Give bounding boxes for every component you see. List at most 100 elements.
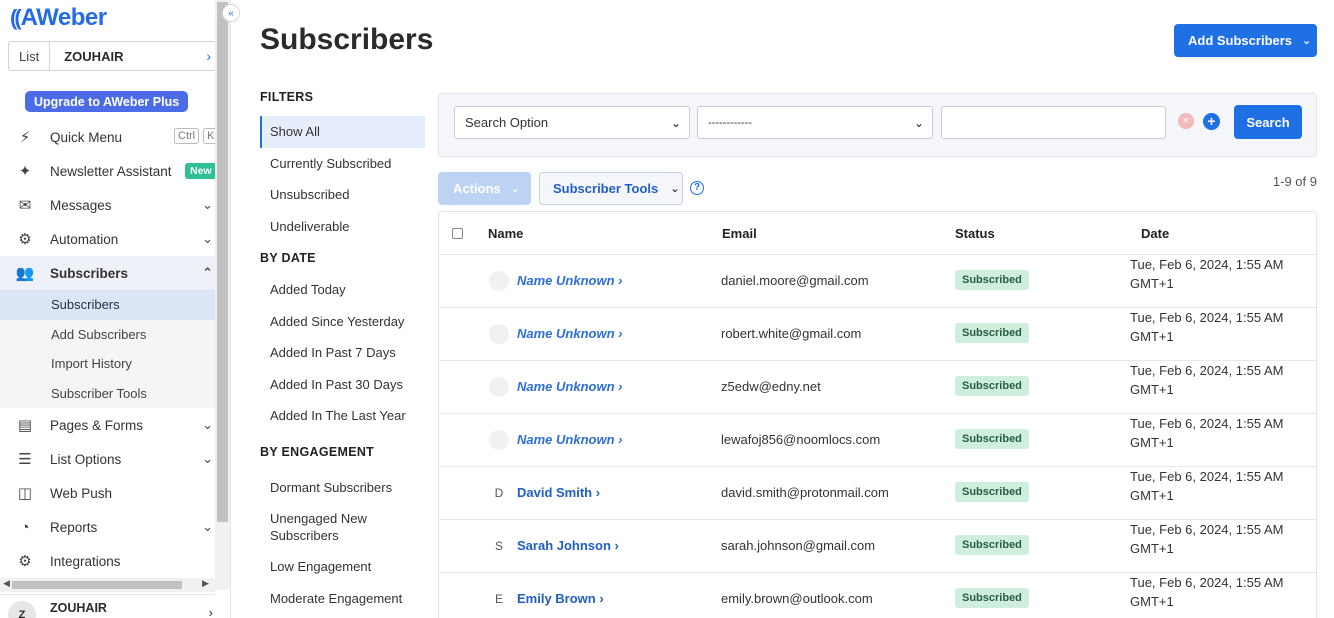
scroll-left-icon[interactable]: ◀ bbox=[3, 578, 10, 589]
filter-show-all[interactable]: Show All bbox=[260, 116, 425, 148]
sidebar-item-integrations[interactable]: ⚙ Integrations bbox=[0, 544, 215, 578]
table-row[interactable]: Name Unknown › z5edw@edny.net Subscribed… bbox=[439, 361, 1316, 414]
clear-filter-icon[interactable]: × bbox=[1178, 113, 1194, 129]
upgrade-button[interactable]: Upgrade to AWeber Plus bbox=[25, 91, 189, 112]
sidebar-horizontal-scrollbar[interactable]: ◀ ▶ bbox=[0, 578, 215, 592]
subscriber-name-link[interactable]: Emily Brown › bbox=[517, 591, 604, 606]
filter-dormant-subscribers[interactable]: Dormant Subscribers bbox=[260, 472, 425, 504]
sparkle-icon: ✦ bbox=[18, 163, 32, 180]
sidebar-item-label: Web Push bbox=[50, 485, 113, 501]
subscriber-name-link[interactable]: Sarah Johnson › bbox=[517, 538, 619, 553]
filter-currently-subscribed[interactable]: Currently Subscribed bbox=[260, 148, 425, 180]
add-subscribers-label: Add Subscribers bbox=[1188, 33, 1293, 48]
chevron-down-icon: ⌄ bbox=[202, 451, 213, 466]
filter-unsubscribed[interactable]: Unsubscribed bbox=[260, 179, 425, 211]
scroll-right-icon[interactable]: ▶ bbox=[202, 578, 209, 589]
chevron-down-icon: ⌄ bbox=[202, 417, 213, 432]
avatar: Z bbox=[8, 601, 36, 618]
subscriber-email: daniel.moore@gmail.com bbox=[721, 273, 869, 288]
search-value-input[interactable] bbox=[941, 106, 1166, 139]
subscriber-name-link[interactable]: Name Unknown › bbox=[517, 326, 622, 341]
sidebar-item-quick-menu[interactable]: ⚡ Quick Menu Ctrl K bbox=[0, 120, 219, 154]
avatar: S bbox=[494, 539, 503, 553]
collapse-sidebar-button[interactable]: « bbox=[222, 4, 240, 22]
chevron-right-icon: › bbox=[206, 48, 211, 64]
sidebar: (( AWeber List ZOUHAIR › Upgrade to AWeb… bbox=[0, 0, 231, 618]
search-option-value: Search Option bbox=[465, 115, 549, 130]
subscriber-email: emily.brown@outlook.com bbox=[721, 591, 873, 606]
actions-button[interactable]: Actions ⌄ bbox=[438, 172, 531, 205]
table-row[interactable]: Name Unknown › lewafoj856@noomlocs.com S… bbox=[439, 414, 1316, 467]
chevron-down-icon: ⌄ bbox=[202, 197, 213, 212]
table-row[interactable]: Name Unknown › robert.white@gmail.com Su… bbox=[439, 308, 1316, 361]
sidebar-item-automation[interactable]: ⚙ Automation ⌄ bbox=[0, 222, 215, 256]
chevron-down-icon: ⌄ bbox=[510, 183, 520, 195]
filter-undeliverable[interactable]: Undeliverable bbox=[260, 211, 425, 243]
automation-icon: ⚙ bbox=[18, 231, 32, 248]
help-icon[interactable]: ? bbox=[690, 181, 704, 195]
subscriber-date: Tue, Feb 6, 2024, 1:55 AM GMT+1 bbox=[1130, 363, 1284, 397]
sidebar-item-subscribers[interactable]: 👥 Subscribers ⌃ bbox=[0, 256, 215, 290]
sidebar-item-pages-forms[interactable]: ▤ Pages & Forms ⌄ bbox=[0, 408, 215, 442]
add-subscribers-button[interactable]: Add Subscribers ⌄ bbox=[1174, 24, 1317, 57]
table-row[interactable]: E Emily Brown › emily.brown@outlook.com … bbox=[439, 573, 1316, 618]
pages-icon: ▤ bbox=[17, 417, 33, 434]
subscriber-name-link[interactable]: David Smith › bbox=[517, 485, 600, 500]
aweber-logo[interactable]: (( AWeber bbox=[10, 4, 107, 32]
filter-added-today[interactable]: Added Today bbox=[260, 274, 425, 306]
column-header-date[interactable]: Date bbox=[1141, 226, 1169, 241]
table-row[interactable]: S Sarah Johnson › sarah.johnson@gmail.co… bbox=[439, 520, 1316, 573]
list-selector[interactable]: List ZOUHAIR › bbox=[8, 41, 216, 71]
sidebar-item-list-options[interactable]: ☰ List Options ⌄ bbox=[0, 442, 215, 476]
search-bar: Search Option ⌄ ------------ ⌄ × + Searc… bbox=[438, 93, 1317, 157]
subnav-item-add-subscribers[interactable]: Add Subscribers bbox=[0, 320, 215, 350]
filter-added-since-yesterday[interactable]: Added Since Yesterday bbox=[260, 306, 425, 338]
subscriber-name-link[interactable]: Name Unknown › bbox=[517, 273, 622, 288]
column-header-status[interactable]: Status bbox=[955, 226, 995, 241]
search-button[interactable]: Search bbox=[1234, 105, 1302, 139]
search-operator-select[interactable]: ------------ ⌄ bbox=[697, 106, 933, 139]
filter-low-engagement[interactable]: Low Engagement bbox=[260, 551, 425, 583]
sidebar-item-label: Newsletter Assistant bbox=[50, 163, 172, 179]
actions-label: Actions bbox=[453, 181, 501, 196]
filter-moderate-engagement[interactable]: Moderate Engagement bbox=[260, 583, 425, 615]
status-badge: Subscribed bbox=[955, 270, 1029, 290]
column-header-name[interactable]: Name bbox=[488, 226, 523, 241]
subnav-item-import-history[interactable]: Import History bbox=[0, 349, 215, 379]
subscriber-date: Tue, Feb 6, 2024, 1:55 AM GMT+1 bbox=[1130, 469, 1284, 503]
sidebar-vertical-scrollbar[interactable] bbox=[215, 0, 230, 590]
subnav-item-subscribers[interactable]: Subscribers bbox=[0, 290, 215, 320]
table-row[interactable]: Name Unknown › daniel.moore@gmail.com Su… bbox=[439, 255, 1316, 308]
search-option-select[interactable]: Search Option ⌄ bbox=[454, 106, 690, 139]
subscriber-name-link[interactable]: Name Unknown › bbox=[517, 432, 622, 447]
user-account[interactable]: Z ZOUHAIR › bbox=[0, 594, 215, 618]
subscriber-email: lewafoj856@noomlocs.com bbox=[721, 432, 881, 447]
select-all-checkbox[interactable] bbox=[452, 228, 463, 239]
sidebar-nav: ⚡ Quick Menu Ctrl K ✦ Newsletter Assistan… bbox=[0, 120, 219, 578]
add-filter-icon[interactable]: + bbox=[1203, 113, 1220, 130]
double-chevron-left-icon: « bbox=[228, 7, 234, 19]
subscriber-name-link[interactable]: Name Unknown › bbox=[517, 379, 622, 394]
chevron-down-icon: ⌄ bbox=[1302, 35, 1312, 47]
column-header-email[interactable]: Email bbox=[722, 226, 757, 241]
key-ctrl: Ctrl bbox=[174, 128, 200, 144]
table-row[interactable]: D David Smith › david.smith@protonmail.c… bbox=[439, 467, 1316, 520]
sidebar-item-web-push[interactable]: ◫ Web Push bbox=[0, 476, 215, 510]
subnav-item-subscriber-tools[interactable]: Subscriber Tools bbox=[0, 379, 215, 409]
sidebar-item-messages[interactable]: ✉ Messages ⌄ bbox=[0, 188, 215, 222]
subscriber-name: Emily Brown bbox=[517, 591, 596, 606]
sidebar-item-newsletter-assistant[interactable]: ✦ Newsletter Assistant New bbox=[0, 154, 217, 188]
scrollbar-thumb[interactable] bbox=[217, 2, 228, 522]
sidebar-item-reports[interactable]: ◔ Reports ⌄ bbox=[0, 510, 215, 544]
filter-added-last-year[interactable]: Added In The Last Year bbox=[260, 400, 425, 432]
scrollbar-thumb[interactable] bbox=[12, 581, 182, 589]
subscriber-tools-button[interactable]: Subscriber Tools ⌄ bbox=[539, 172, 683, 205]
chevron-down-icon: ⌄ bbox=[202, 519, 213, 534]
sidebar-item-label: Automation bbox=[50, 231, 119, 247]
subscriber-name: Name Unknown bbox=[517, 432, 615, 447]
filter-added-past-30-days[interactable]: Added In Past 30 Days bbox=[260, 369, 425, 401]
avatar bbox=[489, 271, 509, 291]
subscriber-name: Name Unknown bbox=[517, 273, 615, 288]
filter-unengaged-new-subscribers[interactable]: Unengaged New Subscribers bbox=[260, 503, 380, 551]
filter-added-past-7-days[interactable]: Added In Past 7 Days bbox=[260, 337, 425, 369]
